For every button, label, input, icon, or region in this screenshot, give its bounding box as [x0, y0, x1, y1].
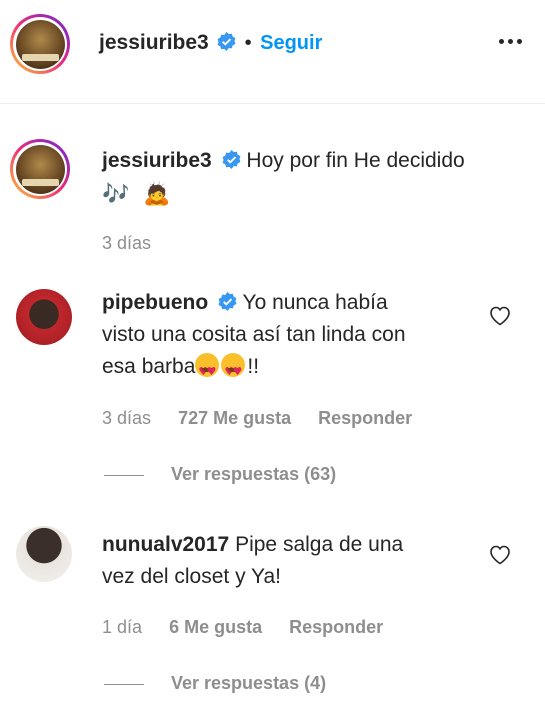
heart-eyes-emoji-icon: [195, 353, 220, 388]
caption-body: jessiuribe3 Hoy por fin He decidido 🎶 🙇: [102, 145, 522, 211]
reply-button[interactable]: Responder: [318, 408, 412, 428]
bowing-person-emoji-icon: 🙇: [143, 182, 171, 207]
post-header: jessiuribe3 • Seguir: [0, 0, 545, 104]
comment-likes[interactable]: 727 Me gusta: [178, 408, 291, 428]
caption-text: Hoy por fin He decidido: [246, 149, 465, 172]
comment-text-line: vez del closet y Ya!: [102, 565, 281, 588]
caption-time[interactable]: 3 días: [102, 233, 151, 254]
caption-username[interactable]: jessiuribe3: [102, 149, 212, 172]
follow-button[interactable]: Seguir: [260, 32, 322, 54]
verified-badge-icon: [222, 150, 241, 169]
commenter-avatar[interactable]: [16, 526, 72, 582]
comment-text-line: Yo nunca había: [242, 291, 388, 314]
comment-likes[interactable]: 6 Me gusta: [169, 617, 262, 637]
comment-time[interactable]: 1 día: [102, 617, 142, 637]
comment-username[interactable]: nunualv2017: [102, 533, 229, 556]
comment-text-line: Pipe salga de una: [235, 533, 404, 556]
comment-meta: 1 día 6 Me gusta Responder: [102, 617, 383, 638]
comment-body: pipebueno Yo nunca había visto una cosit…: [102, 287, 482, 388]
like-heart-icon[interactable]: [488, 543, 512, 565]
more-options-icon[interactable]: [499, 31, 529, 44]
replies-divider: [104, 475, 144, 476]
comment-time[interactable]: 3 días: [102, 408, 151, 428]
comment-text-suffix: !!: [247, 355, 260, 378]
view-replies-button[interactable]: Ver respuestas (63): [171, 464, 336, 485]
comment-username[interactable]: pipebueno: [102, 291, 208, 314]
comment-text-line: visto una cosita así tan linda con: [102, 323, 406, 346]
like-heart-icon[interactable]: [488, 304, 512, 326]
header-user-line: jessiuribe3 • Seguir: [99, 31, 322, 55]
reply-button[interactable]: Responder: [289, 617, 383, 637]
comment-text-line: esa barba: [102, 355, 196, 378]
verified-badge-icon: [217, 32, 236, 51]
header-username[interactable]: jessiuribe3: [99, 31, 209, 54]
header-separator: •: [244, 32, 252, 54]
view-replies-button[interactable]: Ver respuestas (4): [171, 673, 326, 694]
replies-divider: [104, 684, 144, 685]
author-avatar[interactable]: [10, 14, 70, 74]
heart-eyes-emoji-icon: [221, 353, 246, 388]
caption-avatar[interactable]: [10, 139, 70, 199]
comment-body: nunualv2017 Pipe salga de una vez del cl…: [102, 529, 482, 593]
commenter-avatar[interactable]: [16, 289, 72, 345]
music-notes-emoji-icon: 🎶: [102, 182, 130, 207]
comment-meta: 3 días 727 Me gusta Responder: [102, 408, 412, 429]
verified-badge-icon: [218, 292, 237, 311]
